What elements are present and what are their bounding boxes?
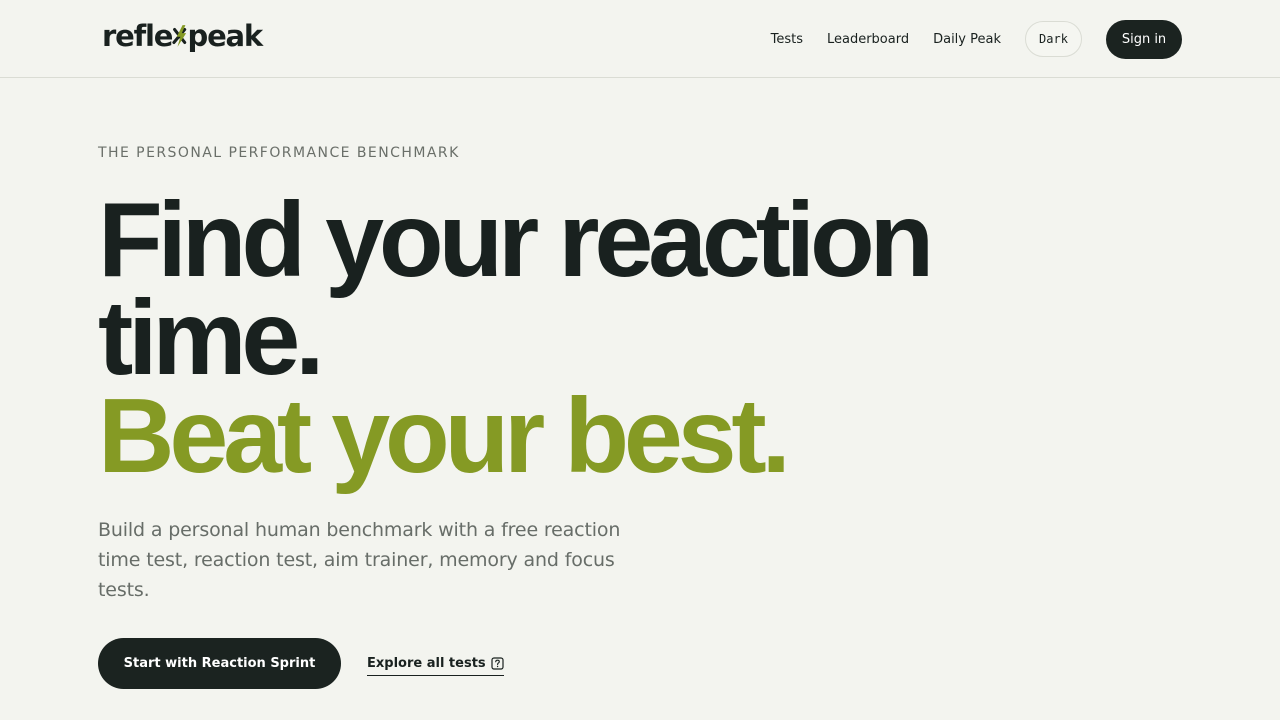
logo-text-right: peak — [187, 18, 264, 53]
hero-section: THE PERSONAL PERFORMANCE BENCHMARK Find … — [98, 143, 1098, 689]
explore-all-tests-label: Explore all tests — [367, 655, 486, 671]
headline-line-2: time. — [98, 279, 325, 397]
hero-eyebrow: THE PERSONAL PERFORMANCE BENCHMARK — [98, 145, 460, 161]
headline-line-3: Beat your best. — [98, 377, 791, 495]
start-reaction-sprint-button[interactable]: Start with Reaction Sprint — [98, 638, 341, 689]
headline-line-1: Find your reaction — [98, 181, 934, 299]
hero-headline: Find your reaction time. Beat your best. — [98, 181, 1058, 495]
nav-leaderboard[interactable]: Leaderboard — [827, 32, 909, 47]
logo-text-left: refle — [102, 18, 173, 53]
hero-description: Build a personal human benchmark with a … — [98, 519, 621, 601]
sign-in-button[interactable]: Sign in — [1106, 19, 1182, 59]
hero-actions: Start with Reaction Sprint Explore all t… — [98, 638, 518, 689]
nav-tests[interactable]: Tests — [771, 32, 803, 47]
reflexpeak-home-page: refle peak Tests Leaderboard Daily Peak … — [0, 0, 1280, 720]
lightning-x-mark-icon — [172, 25, 187, 47]
nav-daily-peak[interactable]: Daily Peak — [933, 32, 1001, 47]
main-navigation: Tests Leaderboard Daily Peak Dark Sign i… — [771, 19, 1182, 59]
dark-mode-toggle[interactable]: Dark — [1025, 21, 1082, 57]
reflexpeak-logo[interactable]: refle peak — [102, 18, 264, 54]
help-icon — [491, 656, 504, 670]
site-header: refle peak Tests Leaderboard Daily Peak … — [0, 0, 1280, 78]
explore-all-tests-link[interactable]: Explore all tests — [367, 651, 504, 676]
